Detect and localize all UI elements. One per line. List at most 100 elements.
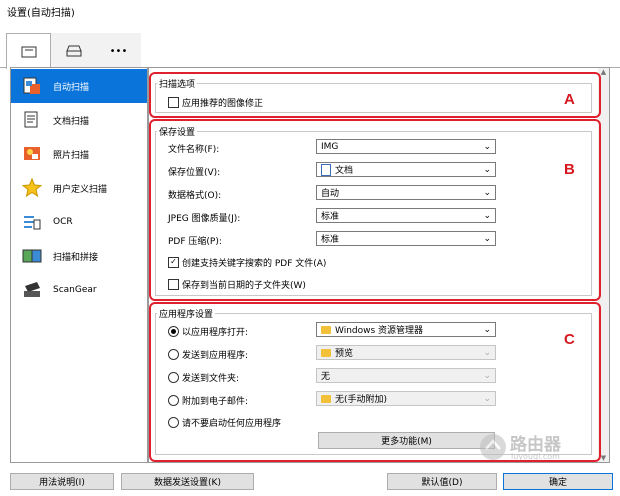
more-functions-button[interactable]: 更多功能(M) (318, 432, 495, 449)
photo-scan-icon (21, 143, 43, 165)
radio-label: 以应用程序打开: (182, 328, 249, 338)
sidebar-item-ocr[interactable]: OCR (11, 205, 147, 239)
radio-button[interactable] (168, 326, 179, 337)
sidebar-item-label: OCR (53, 217, 73, 227)
checkbox-box[interactable]: ✓ (168, 257, 179, 268)
more-icon: ••• (109, 45, 128, 57)
chevron-down-icon: ⌄ (483, 234, 491, 244)
chevron-down-icon: ⌄ (483, 348, 491, 358)
attach-email-dropdown[interactable]: 无(手动附加) ⌄ (316, 391, 496, 406)
open-with-value: Windows 资源管理器 (335, 326, 424, 336)
chevron-down-icon: ⌄ (483, 165, 491, 175)
save-subfolder-checkbox[interactable]: 保存到当前日期的子文件夹(W) (168, 278, 306, 291)
radio-label: 请不要启动任何应用程序 (182, 419, 282, 429)
save-in-value: 文档 (335, 166, 354, 176)
send-to-folder-radio[interactable]: 发送到文件夹: (168, 371, 239, 384)
data-format-dropdown[interactable]: 自动 ⌄ (316, 185, 496, 200)
sidebar-item-label: 用户定义扫描 (53, 184, 108, 195)
data-format-label: 数据格式(O): (168, 191, 222, 201)
send-to-folder-value: 无 (321, 372, 331, 382)
scanner-icon (65, 45, 82, 57)
file-name-field[interactable]: IMG ⌄ (316, 139, 496, 154)
sidebar-item-photo-scan[interactable]: 照片扫描 (11, 137, 147, 171)
checkbox-box[interactable] (168, 279, 179, 290)
scangear-icon (21, 279, 43, 301)
send-to-app-dropdown[interactable]: 预览 ⌄ (316, 345, 496, 360)
radio-button[interactable] (168, 395, 179, 406)
ocr-icon (21, 211, 43, 233)
data-format-value: 自动 (321, 189, 340, 199)
save-in-label: 保存位置(V): (168, 168, 221, 178)
watermark-subtext: luyouqi.com (511, 452, 560, 461)
jpeg-quality-value: 标准 (321, 212, 340, 222)
stitch-icon (21, 245, 43, 267)
sidebar-item-label: 自动扫描 (53, 82, 90, 93)
auto-scan-icon (21, 75, 43, 97)
folder-icon (321, 348, 331, 357)
radio-button[interactable] (168, 417, 179, 428)
tab-more[interactable]: ••• (96, 33, 141, 69)
sidebar-item-auto-scan[interactable]: 自动扫描 (11, 69, 147, 103)
checkbox-label: 应用推荐的图像修正 (182, 99, 264, 109)
radio-button[interactable] (168, 372, 179, 383)
pdf-compression-dropdown[interactable]: 标准 ⌄ (316, 231, 496, 246)
sidebar-item-scangear[interactable]: ScanGear (11, 273, 147, 307)
file-name-value: IMG (321, 141, 339, 152)
folder-icon (321, 394, 331, 403)
send-to-folder-dropdown[interactable]: 无 ⌄ (316, 368, 496, 383)
sidebar-item-document-scan[interactable]: 文档扫描 (11, 103, 147, 137)
defaults-button[interactable]: 默认值(D) (387, 473, 497, 490)
tab-scanner[interactable] (51, 33, 96, 69)
pdf-compression-value: 标准 (321, 235, 340, 245)
chevron-down-icon: ⌄ (483, 371, 491, 381)
create-keyword-pdf-checkbox[interactable]: ✓ 创建支持关键字搜索的 PDF 文件(A) (168, 256, 326, 269)
data-send-settings-button[interactable]: 数据发送设置(K) (121, 473, 254, 490)
chevron-down-icon: ⌄ (483, 325, 491, 335)
attach-email-value: 无(手动附加) (335, 395, 388, 405)
jpeg-quality-dropdown[interactable]: 标准 ⌄ (316, 208, 496, 223)
callout-letter-b: B (564, 161, 575, 178)
folder-icon (321, 325, 331, 334)
radio-label: 发送到文件夹: (182, 374, 240, 384)
radio-button[interactable] (168, 349, 179, 360)
file-name-label: 文件名称(F): (168, 145, 220, 155)
checkbox-label: 保存到当前日期的子文件夹(W) (182, 281, 306, 291)
send-to-app-radio[interactable]: 发送到应用程序: (168, 348, 248, 361)
radio-label: 附加到电子邮件: (182, 397, 249, 407)
open-with-radio[interactable]: 以应用程序打开: (168, 325, 248, 338)
scan-options-label: 扫描选项 (157, 77, 198, 90)
save-settings-label: 保存设置 (157, 125, 198, 138)
document-scan-icon (21, 109, 43, 131)
app-settings-label: 应用程序设置 (157, 307, 216, 320)
attach-email-radio[interactable]: 附加到电子邮件: (168, 394, 248, 407)
sidebar-item-custom-scan[interactable]: 用户定义扫描 (11, 171, 147, 205)
checkbox-label: 创建支持关键字搜索的 PDF 文件(A) (182, 259, 327, 269)
sidebar-item-label: 文档扫描 (53, 116, 90, 127)
callout-letter-c: C (564, 331, 575, 348)
star-icon (21, 177, 43, 199)
chevron-down-icon: ⌄ (483, 394, 491, 404)
chevron-down-icon: ⌄ (483, 211, 491, 221)
instructions-button[interactable]: 用法说明(I) (10, 473, 114, 490)
save-in-dropdown[interactable]: 文档 ⌄ (316, 162, 496, 177)
callout-letter-a: A (564, 91, 575, 108)
sidebar-item-label: 扫描和拼接 (53, 252, 99, 263)
watermark-logo: 路由器 luyouqi.com (478, 428, 596, 466)
apply-correction-checkbox[interactable]: 应用推荐的图像修正 (168, 96, 263, 109)
sidebar-item-label: ScanGear (53, 285, 97, 295)
checkbox-box[interactable] (168, 97, 179, 108)
open-with-dropdown[interactable]: Windows 资源管理器 ⌄ (316, 322, 496, 337)
radio-label: 发送到应用程序: (182, 351, 249, 361)
sidebar: 自动扫描 文档扫描 照片扫描 用户定义扫描 OCR 扫描和拼接 ScanGear (10, 67, 148, 463)
chevron-down-icon: ⌄ (483, 188, 491, 198)
window-title: 设置(自动扫描) (7, 8, 75, 19)
tab-scan-computer[interactable] (6, 33, 51, 69)
document-icon (321, 163, 331, 176)
jpeg-quality-label: JPEG 图像质量(J): (168, 214, 241, 224)
chevron-down-icon: ⌄ (483, 142, 491, 152)
ok-button[interactable]: 确定 (503, 473, 613, 490)
pdf-compression-label: PDF 压缩(P): (168, 237, 222, 247)
sidebar-item-stitch[interactable]: 扫描和拼接 (11, 239, 147, 273)
no-app-radio[interactable]: 请不要启动任何应用程序 (168, 416, 281, 429)
sidebar-item-label: 照片扫描 (53, 150, 90, 161)
